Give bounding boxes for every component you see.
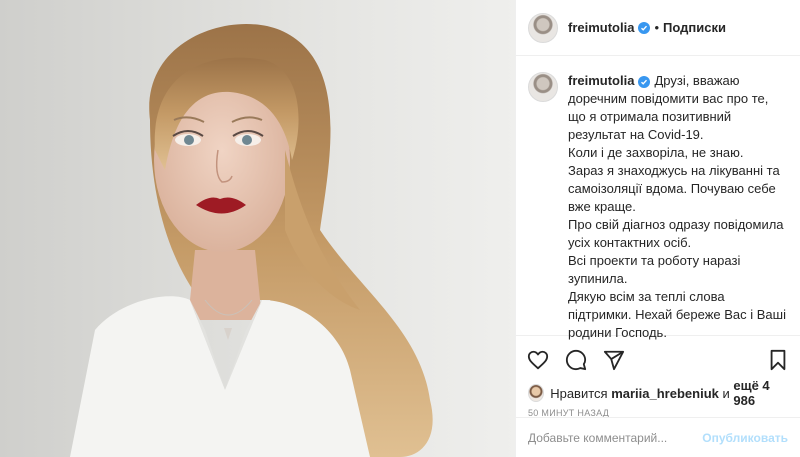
caption-line: Зараз я знаходжусь на лікуванні та самоі… bbox=[568, 163, 780, 214]
author-username[interactable]: freimutolia bbox=[568, 20, 634, 35]
following-button[interactable]: Подписки bbox=[663, 20, 726, 35]
caption-line: Всі проекти та роботу наразі зупинила. bbox=[568, 253, 741, 286]
instagram-post: freimutolia • Подписки freimutolia Друзі,… bbox=[0, 0, 800, 457]
likes-connector: и bbox=[722, 385, 730, 401]
caption-line: Дякую всім за теплі слова підтримки. Нех… bbox=[568, 289, 786, 340]
caption-section: freimutolia Друзі, вважаю доречним повідо… bbox=[516, 56, 800, 340]
liker-username[interactable]: mariia_hrebeniuk bbox=[611, 386, 719, 401]
comment-icon[interactable] bbox=[564, 348, 588, 372]
heart-icon[interactable] bbox=[526, 348, 550, 372]
caption-line: Коли і де захворіла, не знаю. bbox=[568, 145, 744, 160]
post-header: freimutolia • Подписки bbox=[516, 0, 800, 56]
likes-prefix: Нравится bbox=[550, 385, 608, 401]
share-icon[interactable] bbox=[602, 348, 626, 372]
bookmark-icon[interactable] bbox=[766, 348, 790, 372]
likes-summary: Нравится mariia_hrebeniuk и ещё 4 986 bbox=[516, 378, 800, 408]
publish-button[interactable]: Опубликовать bbox=[702, 431, 788, 445]
comment-bar: Опубликовать bbox=[516, 417, 800, 457]
author-avatar[interactable] bbox=[528, 12, 558, 43]
header-separator: • bbox=[654, 20, 660, 35]
liker-avatar[interactable] bbox=[528, 384, 545, 402]
caption-author-username[interactable]: freimutolia bbox=[568, 73, 634, 88]
verified-badge-icon bbox=[638, 76, 651, 88]
portrait-image bbox=[0, 0, 515, 457]
caption-author-avatar[interactable] bbox=[528, 72, 558, 102]
comment-input[interactable] bbox=[528, 430, 703, 445]
likes-count-link[interactable]: ещё 4 986 bbox=[733, 378, 788, 408]
verified-badge-icon bbox=[638, 21, 651, 34]
post-photo[interactable] bbox=[0, 0, 515, 457]
post-sidebar: freimutolia • Подписки freimutolia Друзі,… bbox=[515, 0, 800, 457]
caption-line: Про свій діагноз одразу повідомила усіх … bbox=[568, 217, 784, 250]
action-bar bbox=[516, 340, 800, 380]
caption-text: freimutolia Друзі, вважаю доречним повідо… bbox=[568, 72, 788, 340]
